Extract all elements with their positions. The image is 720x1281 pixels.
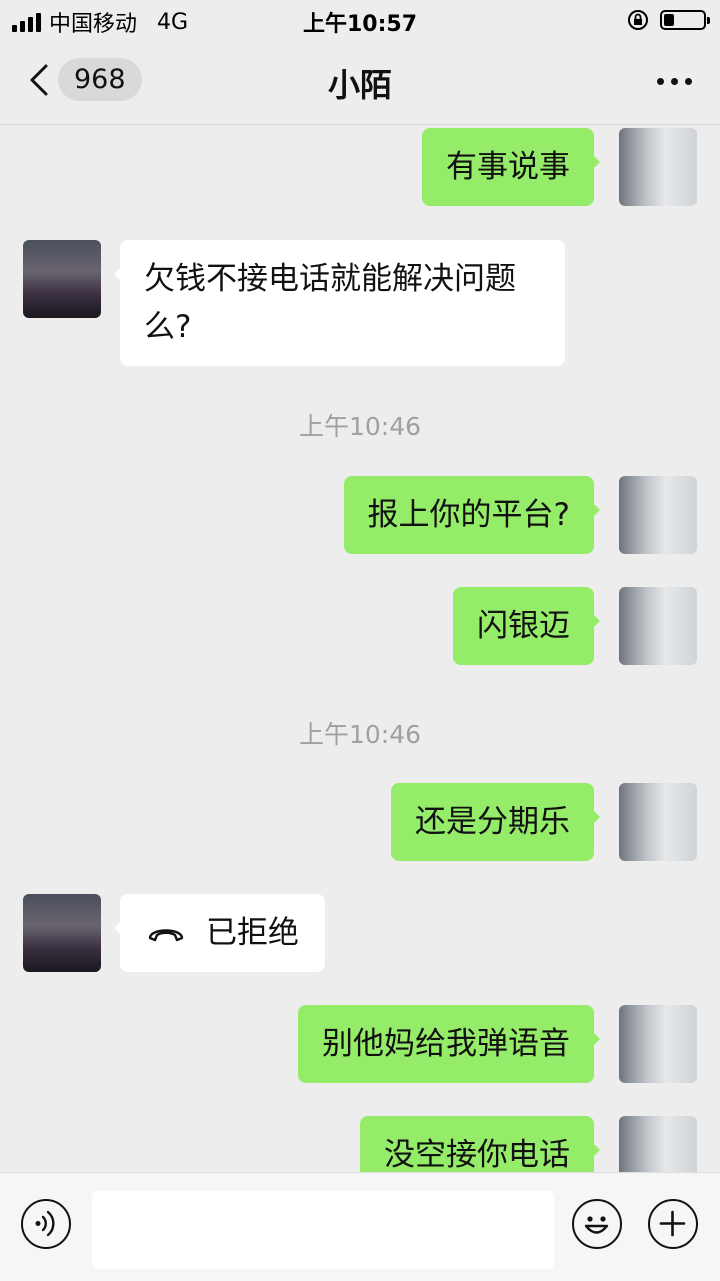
message-bubble[interactable]: 没空接你电话 [360,1116,600,1172]
call-record-bubble[interactable]: 已拒绝 [114,894,325,972]
input-bar [0,1172,720,1281]
message-bubble[interactable]: 闪银迈 [453,587,600,665]
message-input[interactable] [92,1191,554,1269]
avatar-self[interactable] [619,128,697,206]
message-text: 闪银迈 [477,608,570,644]
avatar-self[interactable] [619,1005,697,1083]
call-status-text: 已拒绝 [206,915,299,951]
message-text: 报上你的平台? [367,497,570,533]
message-list[interactable]: 有事说事 欠钱不接电话就能解决问题么? 上午10:46 报上你的平台? 闪银迈 … [0,125,720,1172]
message-timestamp: 上午10:46 [298,412,422,441]
voice-icon [35,1210,55,1237]
plus-icon [659,1210,686,1237]
chat-header: 968 小陌 [0,40,720,125]
message-text: 别他妈给我弹语音 [322,1026,570,1062]
message-text: 有事说事 [446,149,570,185]
avatar-self[interactable] [619,587,697,665]
message-bubble[interactable]: 还是分期乐 [391,783,600,861]
clock: 上午10:57 [302,12,418,37]
more-dots-icon[interactable] [657,78,692,85]
phone-hangup-icon [148,929,184,942]
status-bar: 中国移动 4G 上午10:57 [0,0,720,40]
avatar-contact[interactable] [23,240,101,318]
battery-icon [660,10,710,30]
message-text: 欠钱不接电话就能解决问题么? [144,261,516,345]
avatar-self[interactable] [619,1116,697,1172]
emoji-icon [584,1216,609,1234]
message-bubble[interactable]: 别他妈给我弹语音 [298,1005,600,1083]
chat-title: 小陌 [327,66,392,104]
plus-button[interactable] [648,1199,698,1249]
message-bubble[interactable]: 报上你的平台? [343,476,601,554]
avatar-contact[interactable] [23,894,101,972]
message-text: 还是分期乐 [415,804,570,840]
voice-button[interactable] [21,1199,71,1249]
message-bubble[interactable]: 欠钱不接电话就能解决问题么? [114,240,565,366]
message-text: 没空接你电话 [384,1137,570,1172]
message-bubble[interactable]: 有事说事 [422,128,600,206]
avatar-self[interactable] [619,783,697,861]
avatar-self[interactable] [619,476,697,554]
emoji-button[interactable] [572,1199,622,1249]
rotation-lock-icon [628,10,648,30]
message-timestamp: 上午10:46 [298,720,422,749]
